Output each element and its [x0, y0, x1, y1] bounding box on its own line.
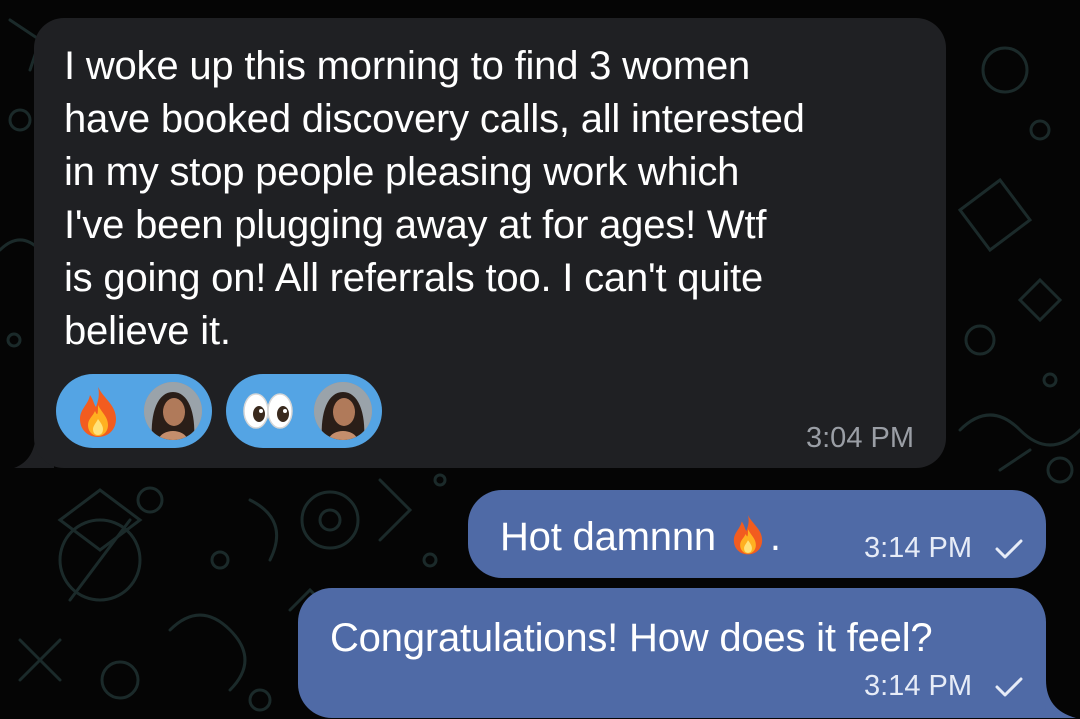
outgoing-message-time: 3:14 PM [864, 670, 972, 702]
chat-view: I woke up this morning to find 3 women h… [0, 0, 1080, 719]
incoming-message-bubble[interactable]: I woke up this morning to find 3 women h… [34, 18, 946, 468]
fire-emoji-icon [733, 515, 763, 555]
outgoing-message-meta: 3:14 PM [864, 532, 1024, 565]
reactions-row [56, 374, 382, 448]
reactor-avatar [314, 382, 372, 440]
incoming-message-time: 3:04 PM [806, 422, 914, 454]
reaction-eyes[interactable] [226, 374, 382, 448]
outgoing-message-bubble[interactable]: Congratulations! How does it feel? 3:14 … [298, 588, 1046, 718]
eyes-emoji-icon [243, 393, 293, 429]
sent-check-icon [995, 539, 1023, 558]
reactor-avatar [144, 382, 202, 440]
outgoing-message-bubble[interactable]: Hot damnnn . 3:14 PM [468, 490, 1046, 578]
outgoing-message-time: 3:14 PM [864, 532, 972, 564]
outgoing-message-text: Congratulations! How does it feel? [330, 616, 933, 660]
message-suffix: . [769, 515, 781, 559]
sent-check-icon [995, 677, 1023, 696]
reaction-fire[interactable] [56, 374, 212, 448]
incoming-message-text: I woke up this morning to find 3 women h… [64, 44, 805, 353]
outgoing-message-text: Hot damnnn . [500, 510, 781, 560]
fire-emoji-icon [80, 387, 116, 437]
outgoing-message-meta: 3:14 PM [864, 670, 1024, 703]
